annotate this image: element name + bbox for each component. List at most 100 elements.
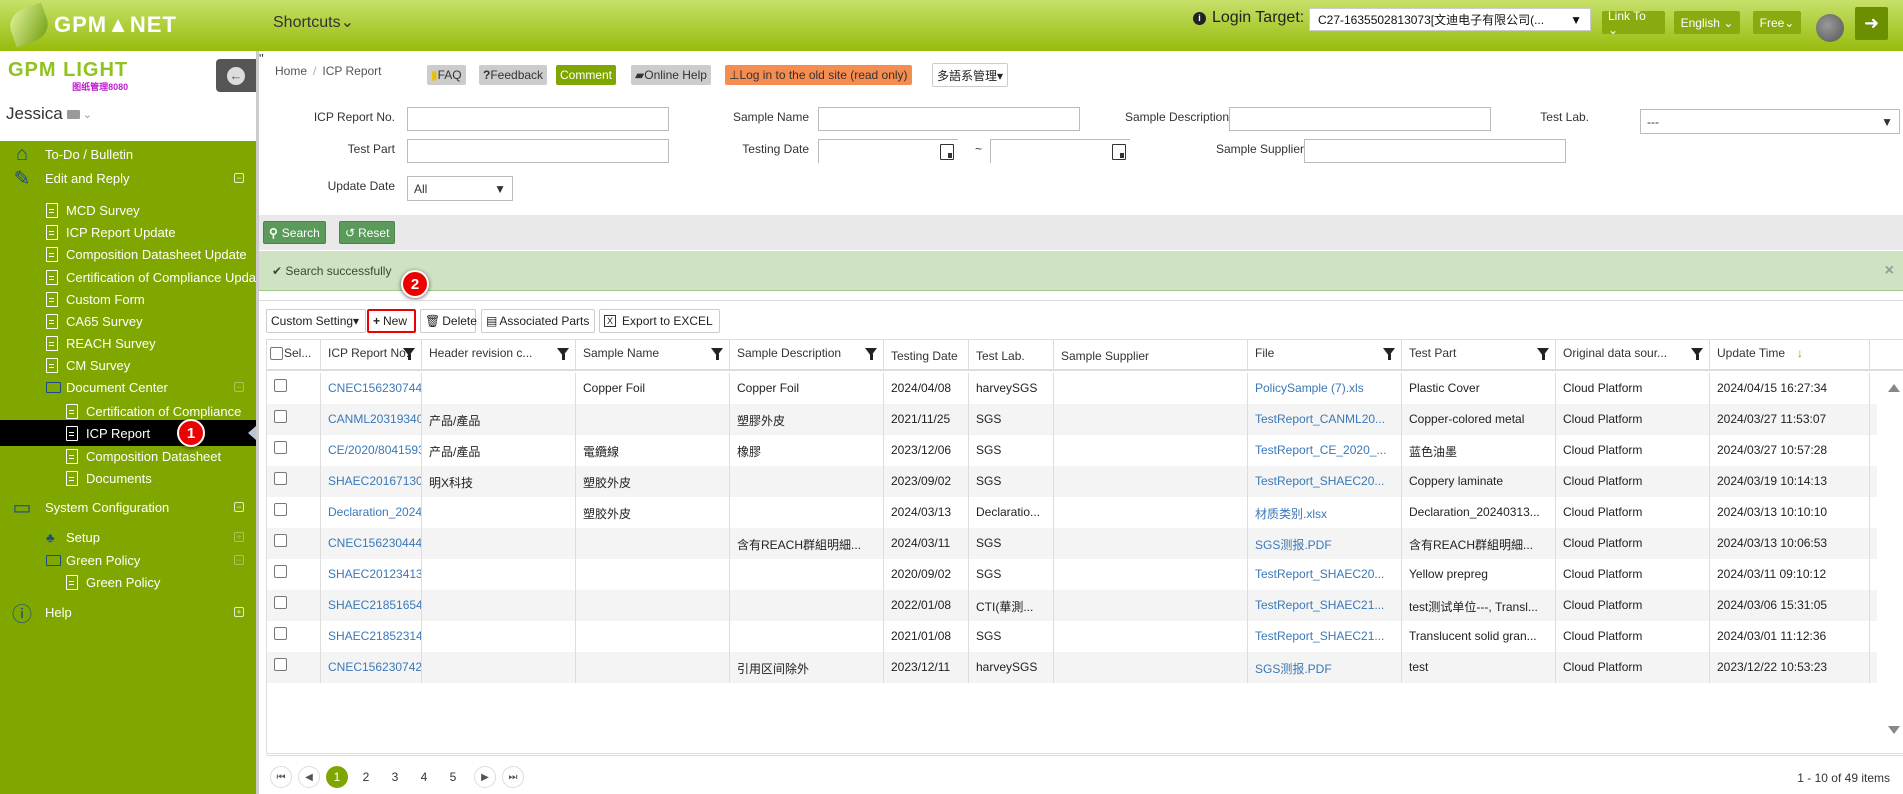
file-link[interactable]: TestReport_SHAEC21... — [1248, 590, 1402, 621]
custom-setting-dropdown[interactable]: Custom Setting▾ — [266, 309, 366, 333]
sample-name-input[interactable] — [818, 107, 1080, 131]
table-row[interactable]: CNEC156230742 引用区间除外 2023/12/11 harveySGS SG… — [267, 652, 1877, 683]
shortcuts-menu[interactable]: Shortcuts⌄ — [273, 12, 354, 32]
collapse-icon[interactable]: − — [234, 555, 244, 565]
new-button[interactable]: + New — [367, 309, 416, 333]
column-header[interactable]: Sample Name — [576, 340, 730, 371]
column-header[interactable]: Sample Description — [730, 340, 884, 371]
user-menu[interactable]: Jessica ⌄ — [6, 104, 92, 124]
collapse-icon[interactable]: − — [234, 173, 244, 183]
file-link[interactable]: TestReport_SHAEC20... — [1248, 559, 1402, 590]
comment-button[interactable]: Comment — [556, 65, 617, 85]
row-checkbox[interactable] — [274, 596, 287, 609]
icp-report-link[interactable]: SHAEC2012341307 — [321, 559, 422, 590]
column-header[interactable]: Sel... — [267, 340, 321, 371]
column-header[interactable]: Header revision c... — [422, 340, 576, 371]
row-checkbox[interactable] — [274, 441, 287, 454]
scroll-up-arrow-icon[interactable] — [1888, 384, 1900, 392]
table-row[interactable]: SHAEC201671301 明X科技 塑胶外皮 2023/09/02 SGS TestR… — [267, 466, 1877, 497]
filter-icon[interactable] — [1691, 348, 1703, 360]
page-number-button[interactable]: 4 — [413, 766, 435, 788]
icp-report-no-input[interactable] — [407, 107, 669, 131]
faq-button[interactable]: ▮ FAQ — [427, 65, 466, 85]
row-checkbox[interactable] — [274, 503, 287, 516]
first-page-button[interactable]: ⏮ — [270, 766, 292, 788]
globe-icon[interactable] — [1816, 14, 1844, 42]
file-link[interactable]: SGS测报.PDF — [1248, 652, 1402, 683]
testing-date-from-input[interactable] — [818, 139, 958, 163]
table-row[interactable]: CNEC156230744333Copper FoilCopper Foil20… — [267, 373, 1877, 404]
row-checkbox[interactable] — [274, 472, 287, 485]
collapse-icon[interactable]: − — [234, 502, 244, 512]
column-header[interactable]: Update Time ↓ — [1710, 340, 1870, 371]
row-checkbox[interactable] — [274, 379, 287, 392]
filter-icon[interactable] — [1383, 348, 1395, 360]
column-header[interactable]: Testing Date — [884, 340, 969, 371]
icp-report-link[interactable]: SHAEC201671301 — [321, 466, 422, 497]
search-button[interactable]: ⚲ Search — [263, 221, 326, 244]
page-number-button[interactable]: 5 — [442, 766, 464, 788]
calendar-icon[interactable] — [1112, 144, 1126, 160]
filter-icon[interactable] — [557, 348, 569, 360]
table-row[interactable]: CNEC156230444 含有REACH群組明細... 2024/03/11 SGS… — [267, 528, 1877, 559]
testing-date-to-input[interactable] — [990, 139, 1130, 163]
table-row[interactable]: SHAEC2185231401 2021/01/08SGS TestReport_S… — [267, 621, 1877, 652]
sidebar-item-documents[interactable]: Documents — [0, 465, 256, 491]
export-excel-button[interactable]: X Export to EXCEL — [599, 309, 720, 333]
sidebar-item-to-do-bulletin[interactable]: ⌂ To-Do / Bulletin — [0, 141, 256, 167]
filter-icon[interactable] — [711, 348, 723, 360]
feedback-button[interactable]: ? Feedback — [479, 65, 548, 85]
associated-parts-button[interactable]: ▤ Associated Parts — [481, 309, 595, 333]
file-link[interactable]: SGS测报.PDF — [1248, 528, 1402, 559]
scroll-down-arrow-icon[interactable] — [1888, 726, 1900, 734]
logout-button[interactable]: ➜ — [1855, 7, 1888, 40]
page-number-button[interactable]: 3 — [384, 766, 406, 788]
row-checkbox[interactable] — [274, 410, 287, 423]
update-date-select[interactable]: All ▼ — [407, 176, 513, 201]
column-header[interactable]: Original data sour... — [1556, 340, 1710, 371]
page-number-button[interactable]: 2 — [355, 766, 377, 788]
file-link[interactable]: 材质类别.xlsx — [1248, 497, 1402, 528]
file-link[interactable]: TestReport_CE_2020_... — [1248, 435, 1402, 466]
table-row[interactable]: CE/2020/80415936 产品/產品 電纜線 橡膠 2023/12/06 SGS T… — [267, 435, 1877, 466]
online-help-button[interactable]: ▰ Online Help — [631, 65, 711, 85]
sample-description-input[interactable] — [1229, 107, 1491, 131]
plan-button[interactable]: Free⌄ — [1753, 11, 1801, 34]
icp-report-link[interactable]: CE/2020/80415936 — [321, 435, 422, 466]
filter-icon[interactable] — [1537, 348, 1549, 360]
prev-page-button[interactable]: ◀ — [298, 766, 320, 788]
calendar-icon[interactable] — [940, 144, 954, 160]
table-row[interactable]: SHAEC2012341307 2020/09/02SGS TestReport_S… — [267, 559, 1877, 590]
icp-report-link[interactable]: CNEC156230744333 — [321, 373, 422, 404]
file-link[interactable]: TestReport_CANML20... — [1248, 404, 1402, 435]
sort-descending-icon[interactable]: ↓ — [1797, 346, 1803, 360]
icp-report-link[interactable]: CANML203193401 — [321, 404, 422, 435]
test-lab-select[interactable]: --- ▼ — [1640, 109, 1900, 134]
next-page-button[interactable]: ▶ — [474, 766, 496, 788]
icp-report-link[interactable]: SHAEC2185165401 — [321, 590, 422, 621]
file-link[interactable]: PolicySample (7).xls — [1248, 373, 1402, 404]
last-page-button[interactable]: ⏭ — [502, 766, 524, 788]
breadcrumb-home[interactable]: Home — [275, 64, 307, 78]
gpm-net-logo[interactable]: GPM▲NET — [5, 2, 177, 48]
language-button[interactable]: English ⌄ — [1674, 11, 1740, 34]
sidebar-collapse-button[interactable]: ← — [216, 59, 256, 92]
icp-report-link[interactable]: SHAEC2185231401 — [321, 621, 422, 652]
row-checkbox[interactable] — [274, 627, 287, 640]
reset-button[interactable]: ↺ Reset — [339, 221, 396, 244]
filter-icon[interactable] — [403, 348, 415, 360]
row-checkbox[interactable] — [274, 565, 287, 578]
expand-icon[interactable]: + — [234, 607, 244, 617]
gpm-light-logo[interactable]: GPM LIGHT 图纸管理8080 — [8, 59, 128, 93]
link-to-button[interactable]: Link To ⌄ — [1602, 9, 1665, 37]
table-row[interactable]: CANML203193401 产品/產品 塑膠外皮 2021/11/25 SGS Test… — [267, 404, 1877, 435]
sidebar-item-green-policy[interactable]: Green Policy — [0, 569, 256, 595]
table-row[interactable]: SHAEC2185165401 2022/01/08CTI(華測... TestRe… — [267, 590, 1877, 621]
filter-icon[interactable] — [865, 348, 877, 360]
column-header[interactable]: Sample Supplier — [1054, 340, 1248, 371]
sidebar-item-edit-and-reply[interactable]: ✎ Edit and Reply − — [0, 165, 256, 191]
icp-report-link[interactable]: CNEC156230742 — [321, 652, 422, 683]
row-checkbox[interactable] — [274, 658, 287, 671]
icp-report-link[interactable]: Declaration_20240313... — [321, 497, 422, 528]
file-link[interactable]: TestReport_SHAEC20... — [1248, 466, 1402, 497]
